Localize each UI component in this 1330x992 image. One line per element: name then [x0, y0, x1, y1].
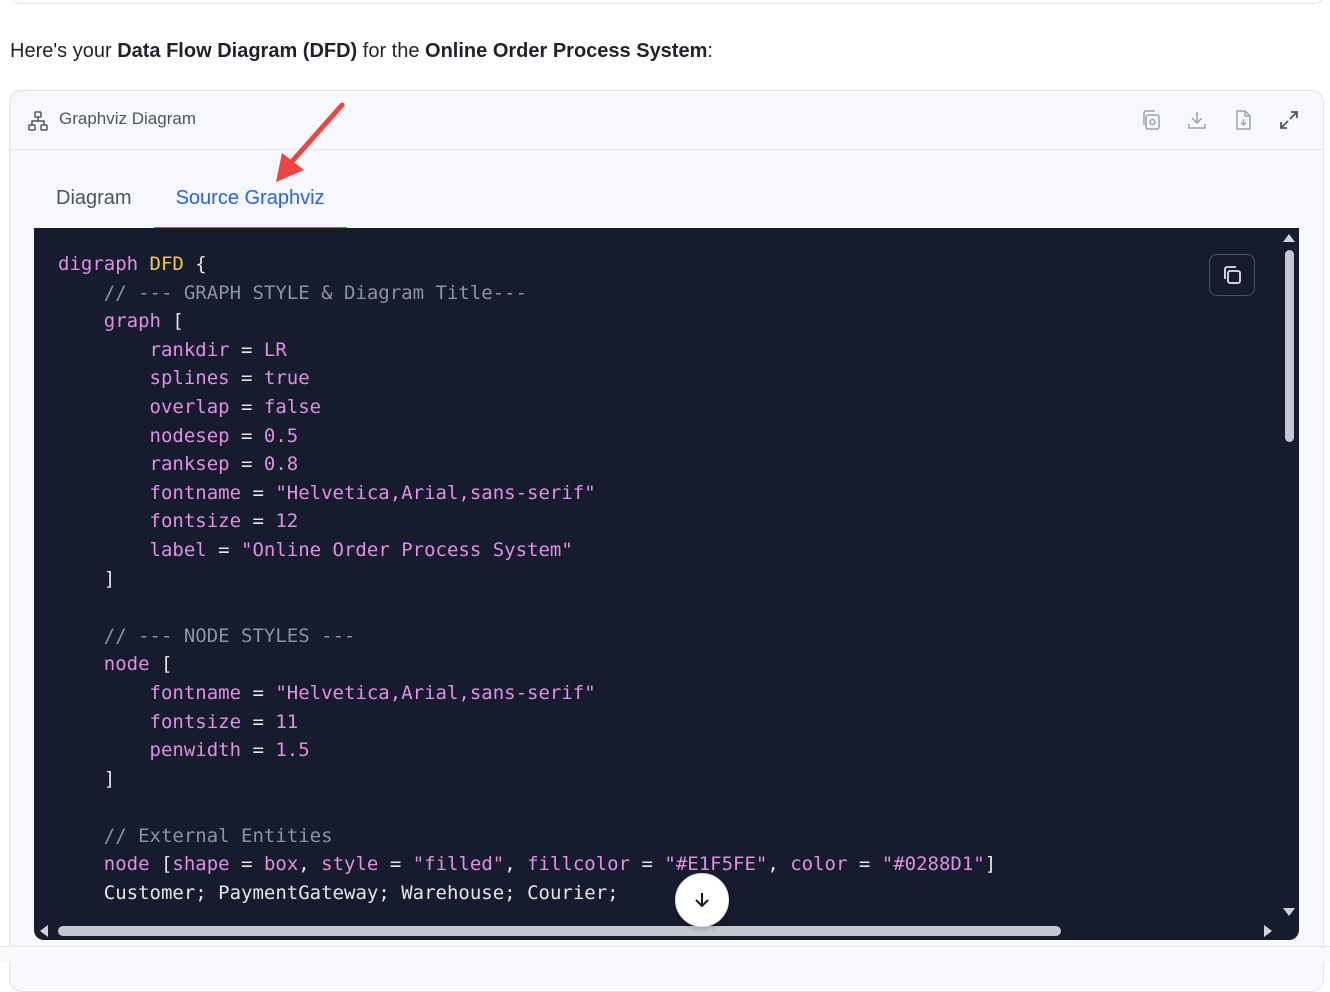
copy-icon: [1224, 266, 1241, 284]
horizontal-scroll-thumb[interactable]: [58, 926, 1061, 936]
scroll-up-arrow[interactable]: [1283, 234, 1295, 242]
download-icon[interactable]: [1187, 109, 1207, 131]
scroll-down-arrow[interactable]: [1283, 908, 1295, 916]
scroll-right-arrow[interactable]: [1264, 925, 1272, 937]
graphviz-diagram-card: Graphviz Diagram Diagram Source Graphviz…: [9, 90, 1324, 992]
vertical-scroll-thumb[interactable]: [1285, 250, 1294, 442]
intro-bold-dfd: Data Flow Diagram (DFD): [117, 40, 358, 62]
card-actions: [1141, 109, 1299, 131]
vertical-scrollbar[interactable]: [1281, 228, 1299, 928]
intro-suffix: :: [707, 40, 713, 62]
code-panel[interactable]: digraph DFD { // --- GRAPH STYLE & Diagr…: [34, 228, 1299, 940]
card-header: Graphviz Diagram: [10, 91, 1323, 150]
scroll-to-bottom-button[interactable]: [675, 873, 729, 927]
intro-bold-system: Online Order Process System: [425, 40, 708, 62]
sitemap-icon: [28, 111, 48, 131]
tab-source-graphviz[interactable]: Source Graphviz: [153, 179, 347, 229]
bottom-strip: [0, 946, 1330, 962]
copy-image-icon[interactable]: [1141, 109, 1161, 131]
download-file-icon[interactable]: [1233, 109, 1253, 131]
graphviz-source-code[interactable]: digraph DFD { // --- GRAPH STYLE & Diagr…: [58, 250, 996, 908]
copy-code-button[interactable]: [1209, 254, 1255, 296]
scroll-left-arrow[interactable]: [40, 925, 48, 937]
arrow-down-icon: [695, 893, 709, 908]
previous-message-card: [10, 0, 1324, 4]
tab-diagram[interactable]: Diagram: [34, 179, 154, 227]
expand-icon[interactable]: [1279, 109, 1299, 131]
card-title: Graphviz Diagram: [59, 109, 196, 128]
intro-text: Here's your Data Flow Diagram (DFD) for …: [10, 40, 713, 63]
intro-prefix: Here's your: [10, 40, 118, 62]
intro-middle: for the: [357, 40, 426, 62]
view-tabs: Diagram Source Graphviz: [34, 179, 347, 229]
